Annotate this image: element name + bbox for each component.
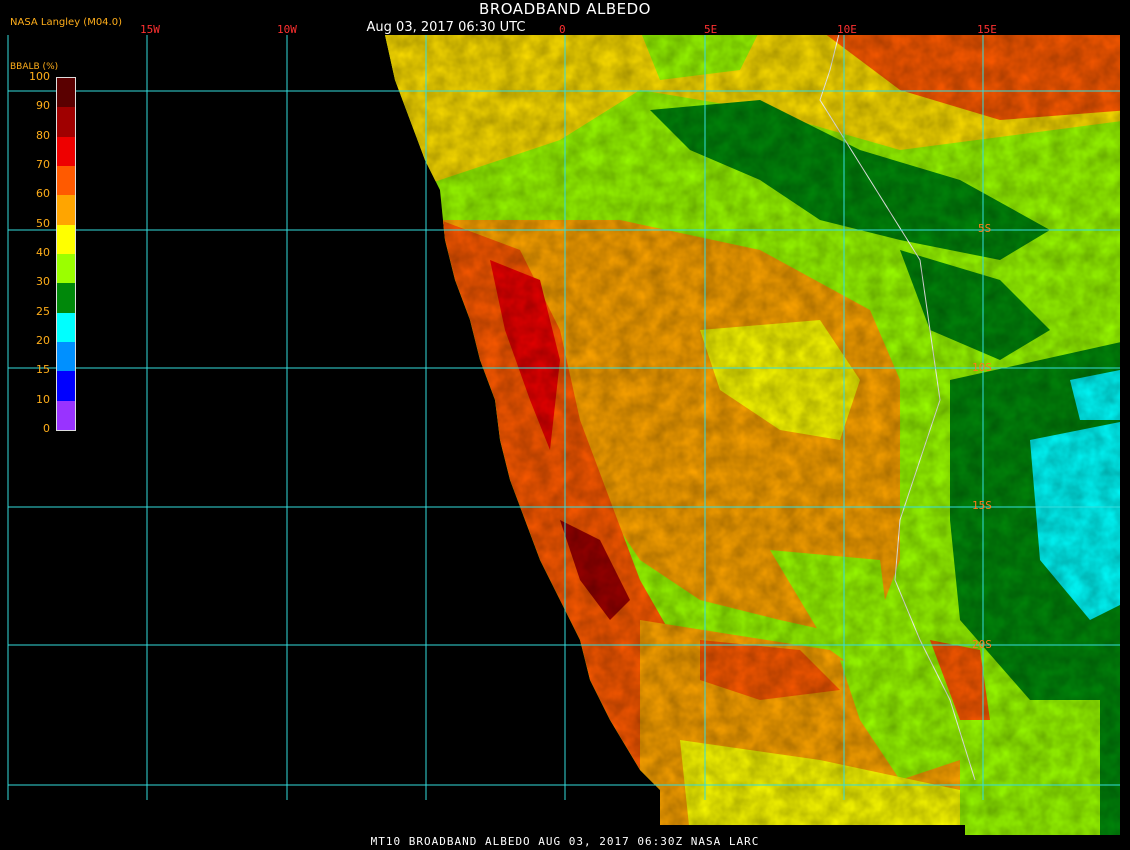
color-scale-segment	[57, 195, 75, 225]
legend-tick-label: 80	[36, 128, 50, 142]
lat-label-5s: 5S	[978, 222, 992, 235]
lon-label-0: 0	[559, 23, 566, 36]
color-scale-segment	[57, 283, 75, 313]
lon-label-5e: 5E	[704, 23, 718, 36]
legend-tick-label: 10	[36, 392, 50, 406]
legend-tick-label: 20	[36, 334, 50, 347]
legend-tick-label: 30	[36, 275, 50, 289]
albedo-map	[7, 35, 1120, 835]
legend-tick-label: 100	[29, 70, 50, 83]
color-scale-segment	[57, 166, 75, 196]
color-scale-bar	[56, 77, 76, 431]
color-scale-segment	[57, 342, 75, 372]
lon-label-10e: 10E	[837, 23, 857, 36]
map-title: BROADBAND ALBEDO	[479, 0, 651, 18]
legend-tick-label: 15	[36, 363, 50, 377]
lon-label-10w: 10W	[277, 23, 297, 36]
color-scale-segment	[57, 254, 75, 284]
map-timestamp: Aug 03, 2017 06:30 UTC	[366, 20, 526, 35]
legend-tick-label: 60	[36, 187, 50, 201]
lon-label-15w: 15W	[140, 23, 160, 36]
color-scale-segment	[57, 400, 75, 430]
color-scale-segment	[57, 312, 75, 342]
legend-tick-label: 50	[36, 216, 50, 230]
color-scale-segment	[57, 136, 75, 166]
footer-caption: MT10 BROADBAND ALBEDO AUG 03, 2017 06:30…	[370, 835, 760, 848]
legend-tick-label: 25	[36, 304, 50, 318]
lat-label-20s: 20S	[972, 638, 992, 651]
legend-tick-label: 90	[36, 99, 50, 113]
color-scale-segment	[57, 224, 75, 254]
legend-tick-label: 70	[36, 158, 50, 171]
lat-label-15s: 15S	[972, 499, 992, 512]
lat-label-10s: 10S	[972, 361, 992, 374]
lon-label-15e: 15E	[977, 23, 997, 36]
credit-label: NASA Langley (M04.0)	[10, 17, 122, 28]
legend-tick-label: 0	[43, 422, 50, 435]
color-scale-segment	[57, 78, 75, 108]
albedo-raster	[385, 35, 1120, 835]
color-scale-segment	[57, 107, 75, 137]
color-scale-segment	[57, 371, 75, 401]
legend-tick-label: 40	[36, 246, 50, 259]
